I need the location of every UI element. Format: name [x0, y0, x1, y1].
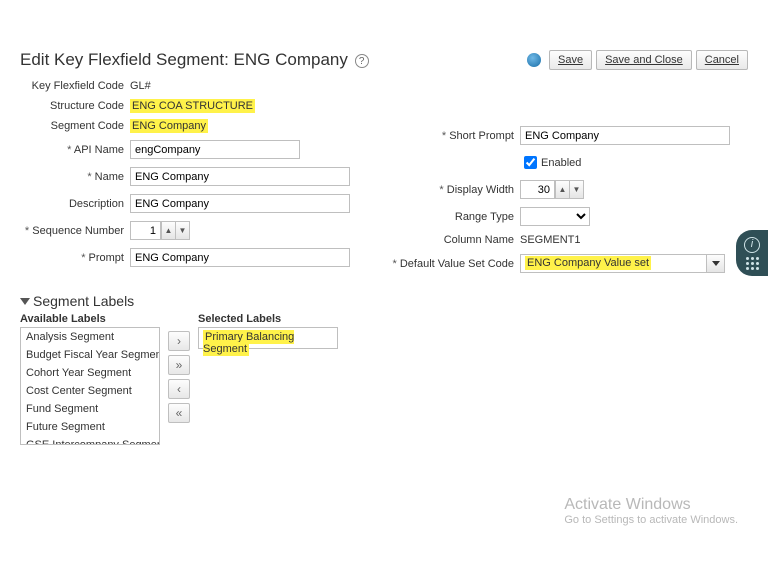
dropdown-icon[interactable] — [706, 255, 724, 272]
label-name: Name — [20, 171, 130, 183]
globe-icon[interactable] — [527, 53, 541, 67]
available-label-item[interactable]: Cost Center Segment — [21, 382, 159, 400]
available-label-item[interactable]: Future Segment — [21, 418, 159, 436]
enabled-checkbox[interactable] — [524, 156, 537, 169]
move-left-button[interactable]: ‹ — [168, 379, 190, 399]
label-range-type: Range Type — [390, 211, 520, 223]
label-short-prompt: Short Prompt — [390, 130, 520, 142]
sequence-number-spinner[interactable]: ▲ ▼ — [130, 221, 190, 240]
value-default-value-set-code: ENG Company Value set — [525, 256, 651, 270]
available-label-item[interactable]: Analysis Segment — [21, 328, 159, 346]
selected-labels-header: Selected Labels — [198, 313, 338, 325]
label-structure-code: Structure Code — [20, 100, 130, 112]
move-right-button[interactable]: › — [168, 331, 190, 351]
keypad-icon — [746, 257, 759, 270]
range-type-select[interactable] — [520, 207, 590, 226]
move-all-left-button[interactable]: « — [168, 403, 190, 423]
available-labels-header: Available Labels — [20, 313, 160, 325]
cancel-button[interactable]: Cancel — [696, 50, 748, 70]
label-enabled: Enabled — [541, 157, 581, 169]
default-value-set-code-combo[interactable]: ENG Company Value set — [520, 254, 725, 273]
windows-watermark: Activate Windows Go to Settings to activ… — [564, 496, 738, 526]
label-prompt: Prompt — [20, 252, 130, 264]
api-name-input[interactable] — [130, 140, 300, 159]
label-segment-code: Segment Code — [20, 120, 130, 132]
spinner-up-icon[interactable]: ▲ — [161, 222, 175, 239]
value-column-name: SEGMENT1 — [520, 234, 581, 246]
prompt-input[interactable] — [130, 248, 350, 267]
spinner-up-icon[interactable]: ▲ — [555, 181, 569, 198]
available-label-item[interactable]: GSE Intercompany Segment — [21, 436, 159, 445]
collapse-icon[interactable] — [20, 298, 30, 305]
label-column-name: Column Name — [390, 234, 520, 246]
display-width-input[interactable] — [521, 181, 555, 198]
move-all-right-button[interactable]: » — [168, 355, 190, 375]
selected-labels-list[interactable]: Primary Balancing Segment — [198, 327, 338, 349]
info-bubble[interactable]: i — [736, 230, 768, 276]
name-input[interactable] — [130, 167, 350, 186]
available-label-item[interactable]: Budget Fiscal Year Segment — [21, 346, 159, 364]
section-segment-labels[interactable]: Segment Labels — [20, 293, 748, 309]
available-labels-list[interactable]: Analysis SegmentBudget Fiscal Year Segme… — [20, 327, 160, 445]
available-label-item[interactable]: Cohort Year Segment — [21, 364, 159, 382]
save-button[interactable]: Save — [549, 50, 592, 70]
label-default-value-set-code: Default Value Set Code — [390, 258, 520, 270]
spinner-down-icon[interactable]: ▼ — [569, 181, 583, 198]
short-prompt-input[interactable] — [520, 126, 730, 145]
spinner-down-icon[interactable]: ▼ — [175, 222, 189, 239]
value-key-flexfield-code: GL# — [130, 80, 151, 92]
description-input[interactable] — [130, 194, 350, 213]
value-segment-code: ENG Company — [130, 119, 208, 133]
help-icon[interactable]: ? — [355, 54, 369, 68]
save-and-close-button[interactable]: Save and Close — [596, 50, 692, 70]
selected-label-item[interactable]: Primary Balancing Segment — [203, 330, 294, 356]
available-label-item[interactable]: Fund Segment — [21, 400, 159, 418]
sequence-number-input[interactable] — [131, 222, 161, 239]
page-title: Edit Key Flexfield Segment: ENG Company … — [20, 50, 369, 70]
label-description: Description — [20, 198, 130, 210]
display-width-spinner[interactable]: ▲ ▼ — [520, 180, 584, 199]
label-display-width: Display Width — [390, 184, 520, 196]
label-key-flexfield-code: Key Flexfield Code — [20, 80, 130, 92]
label-api-name: API Name — [20, 144, 130, 156]
label-sequence-number: Sequence Number — [20, 225, 130, 237]
info-icon: i — [744, 237, 760, 253]
value-structure-code: ENG COA STRUCTURE — [130, 99, 255, 113]
